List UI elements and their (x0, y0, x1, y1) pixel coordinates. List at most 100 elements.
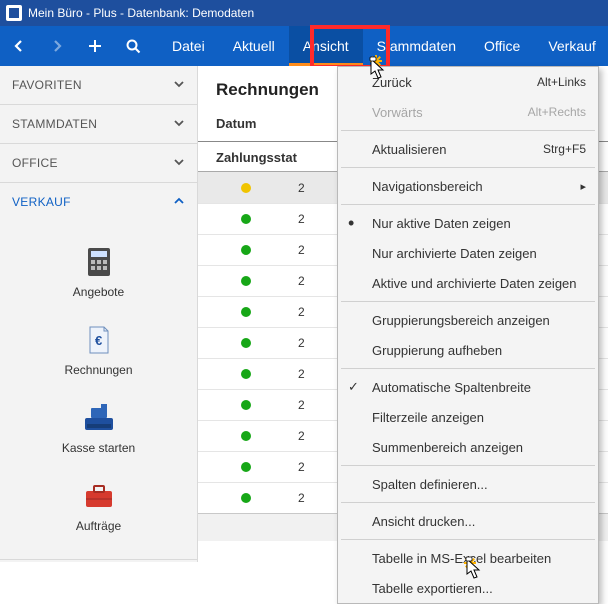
status-dot-icon (241, 431, 251, 441)
menu-item-gruppierung-aufheben[interactable]: Gruppierung aufheben (338, 335, 598, 365)
status-cell (198, 276, 294, 286)
menu-separator (341, 130, 595, 131)
sidebar-section-stammdaten[interactable]: STAMMDATEN (0, 105, 197, 143)
status-dot-icon (241, 493, 251, 503)
status-cell (198, 214, 294, 224)
status-cell (198, 369, 294, 379)
forward-button[interactable] (38, 39, 76, 53)
menu-item-aktuell[interactable]: Aktuell (219, 26, 289, 66)
date-cell: 2 (294, 274, 305, 288)
menu-item-label: Filterzeile anzeigen (372, 410, 484, 425)
sidebar-tile-aufträge[interactable]: Aufträge (0, 479, 197, 533)
menu-shortcut: Alt+Links (537, 75, 586, 89)
radio-mark-icon: • (348, 213, 354, 234)
sidebar-section-label: FAVORITEN (12, 78, 82, 92)
sidebar-section-favoriten[interactable]: FAVORITEN (0, 66, 197, 104)
cashreg-icon (80, 401, 118, 435)
tile-label: Angebote (73, 285, 124, 299)
menu-separator (341, 167, 595, 168)
menu-item-label: Vorwärts (372, 105, 423, 120)
menu-item-automatische-spaltenbreite[interactable]: ✓ Automatische Spaltenbreite (338, 372, 598, 402)
status-dot-icon (241, 276, 251, 286)
menu-item-stammdaten[interactable]: Stammdaten (363, 26, 470, 66)
tile-label: Aufträge (76, 519, 121, 533)
date-cell: 2 (294, 181, 305, 195)
menu-separator (341, 204, 595, 205)
sidebar-section-label: STAMMDATEN (12, 117, 97, 131)
menu-item-aktive-und-archivierte-daten-zeigen[interactable]: Aktive und archivierte Daten zeigen (338, 268, 598, 298)
status-cell (198, 245, 294, 255)
menu-item-ansicht[interactable]: Ansicht (289, 26, 363, 66)
status-cell (198, 183, 294, 193)
menu-item-label: Automatische Spaltenbreite (372, 380, 531, 395)
app-body: FAVORITEN STAMMDATEN OFFICE VERKAUF Angebote… (0, 66, 608, 562)
menu-item-zur-ck[interactable]: Zurück Alt+Links (338, 67, 598, 97)
app-icon (6, 5, 22, 21)
titlebar: Mein Büro - Plus - Datenbank: Demodaten (0, 0, 608, 26)
view-menu-dropdown: Zurück Alt+Links Vorwärts Alt+Rechts Aktuali… (337, 66, 599, 604)
check-mark-icon: ✓ (348, 379, 359, 395)
menu-item-ansicht-drucken[interactable]: Ansicht drucken... (338, 506, 598, 536)
date-cell: 2 (294, 336, 305, 350)
window-title: Mein Büro - Plus - Datenbank: Demodaten (28, 6, 254, 20)
tile-label: Kasse starten (62, 441, 135, 455)
menu-item-tabelle-exportieren[interactable]: Tabelle exportieren... (338, 573, 598, 603)
date-cell: 2 (294, 243, 305, 257)
status-dot-icon (241, 462, 251, 472)
menu-item-label: Nur archivierte Daten zeigen (372, 246, 537, 261)
menu-item-label: Aktualisieren (372, 142, 446, 157)
menu-item-tabelle-in-ms-excel-bearbeiten[interactable]: Tabelle in MS-Excel bearbeiten (338, 543, 598, 573)
menu-separator (341, 539, 595, 540)
svg-text:€: € (95, 333, 102, 348)
content-area: Rechnungen Datum Zahlungsstat 2222222222… (198, 66, 608, 562)
add-button[interactable] (76, 38, 114, 54)
menu-item-spalten-definieren[interactable]: Spalten definieren... (338, 469, 598, 499)
status-cell (198, 431, 294, 441)
menu-separator (341, 465, 595, 466)
menu-item-label: Tabelle in MS-Excel bearbeiten (372, 551, 551, 566)
chevron-down-icon (173, 156, 185, 171)
sidebar-section-office[interactable]: OFFICE (0, 144, 197, 182)
sidebar-tile-kasse-starten[interactable]: Kasse starten (0, 401, 197, 455)
status-dot-icon (241, 214, 251, 224)
back-button[interactable] (0, 39, 38, 53)
chevron-down-icon (173, 78, 185, 93)
menu-item-office[interactable]: Office (470, 26, 534, 66)
date-cell: 2 (294, 491, 305, 505)
date-cell: 2 (294, 212, 305, 226)
menu-separator (341, 368, 595, 369)
menu-item-datei[interactable]: Datei (158, 26, 219, 66)
invoice-icon: € (80, 323, 118, 357)
menu-item-summenbereich-anzeigen[interactable]: Summenbereich anzeigen (338, 432, 598, 462)
sidebar-section-label: VERKAUF (12, 195, 71, 209)
tile-label: Rechnungen (64, 363, 132, 377)
date-cell: 2 (294, 305, 305, 319)
chevron-down-icon (173, 117, 185, 132)
status-cell (198, 400, 294, 410)
menu-item-label: Zurück (372, 75, 412, 90)
menu-item-verkauf[interactable]: Verkauf (534, 26, 608, 66)
main-toolbar: DateiAktuellAnsichtStammdatenOfficeVerka… (0, 26, 608, 66)
sidebar-section-verkauf[interactable]: VERKAUF (0, 183, 197, 221)
menu-item-gruppierungsbereich-anzeigen[interactable]: Gruppierungsbereich anzeigen (338, 305, 598, 335)
sidebar-tile-angebote[interactable]: Angebote (0, 245, 197, 299)
menu-item-label: Gruppierungsbereich anzeigen (372, 313, 550, 328)
sidebar-tile-rechnungen[interactable]: € Rechnungen (0, 323, 197, 377)
status-dot-icon (241, 307, 251, 317)
menu-item-label: Spalten definieren... (372, 477, 488, 492)
date-cell: 2 (294, 367, 305, 381)
status-cell (198, 338, 294, 348)
date-cell: 2 (294, 429, 305, 443)
search-button[interactable] (114, 38, 152, 54)
menu-separator (341, 502, 595, 503)
menu-item-navigationsbereich[interactable]: Navigationsbereich▸ (338, 171, 598, 201)
menu-shortcut: Alt+Rechts (528, 105, 586, 119)
date-cell: 2 (294, 398, 305, 412)
menu-item-aktualisieren[interactable]: AktualisierenStrg+F5 (338, 134, 598, 164)
menu-bar: DateiAktuellAnsichtStammdatenOfficeVerka… (158, 26, 608, 66)
menu-item-label: Gruppierung aufheben (372, 343, 502, 358)
menu-item-nur-archivierte-daten-zeigen[interactable]: Nur archivierte Daten zeigen (338, 238, 598, 268)
menu-item-label: Tabelle exportieren... (372, 581, 493, 596)
menu-item-nur-aktive-daten-zeigen[interactable]: •Nur aktive Daten zeigen (338, 208, 598, 238)
menu-item-filterzeile-anzeigen[interactable]: Filterzeile anzeigen (338, 402, 598, 432)
